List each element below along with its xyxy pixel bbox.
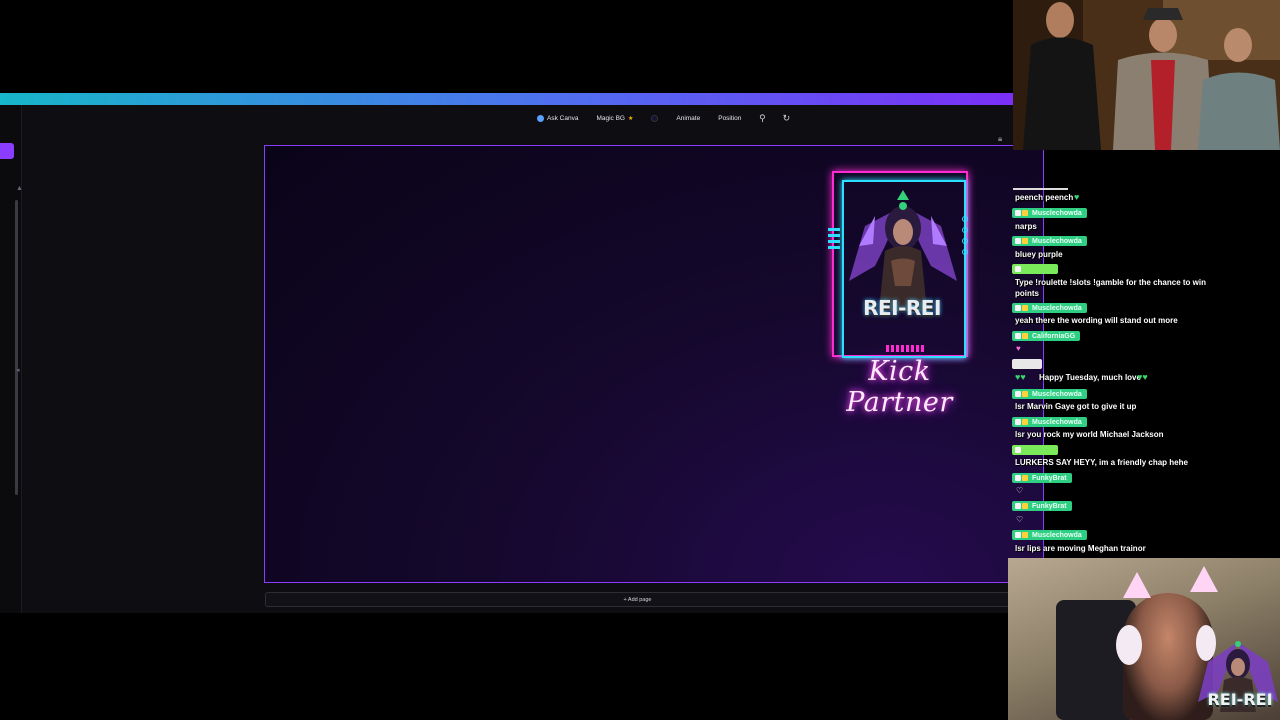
badge-icon bbox=[1015, 503, 1021, 509]
badge-icon bbox=[1015, 305, 1021, 311]
cat-ear-right bbox=[1190, 566, 1218, 592]
premium-crown-icon: ★ bbox=[627, 115, 634, 122]
animate-label: Animate bbox=[676, 114, 701, 122]
chat-message: peench peench bbox=[1015, 193, 1074, 202]
background-color-button[interactable] bbox=[647, 113, 662, 124]
badge-icon bbox=[1015, 532, 1021, 538]
channel-logo-title: REI-REI bbox=[1207, 690, 1273, 709]
video-overlay bbox=[1013, 0, 1280, 150]
ask-canva-label: Ask Canva bbox=[547, 114, 579, 122]
badge-icon bbox=[1015, 266, 1021, 272]
subscriber-icon bbox=[1022, 503, 1028, 509]
subscriber-icon bbox=[1022, 419, 1028, 425]
chat-message: lsr lips are moving Meghan trainor bbox=[1015, 544, 1146, 553]
subscriber-icon bbox=[1022, 238, 1028, 244]
badge-icon bbox=[1015, 419, 1021, 425]
chat-message: narps bbox=[1015, 222, 1037, 231]
badge-side-lines bbox=[828, 228, 840, 249]
chat-message: bluey purple bbox=[1015, 250, 1063, 259]
chevron-up-icon[interactable]: ▲ bbox=[16, 185, 23, 192]
emote-icon: ♥ bbox=[1016, 344, 1021, 353]
chevron-left-icon[interactable]: ◂ bbox=[16, 366, 20, 374]
magic-bg-button[interactable]: Magic BG ★ bbox=[592, 113, 637, 124]
position-label: Position bbox=[718, 114, 742, 122]
chat-username: Musclechowda bbox=[1012, 236, 1087, 246]
subscriber-icon bbox=[1022, 532, 1028, 538]
chat-message: LURKERS SAY HEYY, im a friendly chap heh… bbox=[1015, 458, 1188, 467]
badge-decoration-bars bbox=[886, 345, 924, 352]
paint-format-icon[interactable]: ⚲ bbox=[755, 111, 769, 125]
badge-icon bbox=[1015, 475, 1021, 481]
ask-canva-button[interactable]: Ask Canva bbox=[533, 113, 582, 124]
chat-message: lsr you rock my world Michael Jackson bbox=[1015, 430, 1164, 439]
green-heart-icon: ♥♥ bbox=[1137, 372, 1148, 382]
chat-message: lsr Marvin Gaye got to give it up bbox=[1015, 402, 1137, 411]
chat-username: FunkyBrat bbox=[1012, 473, 1072, 483]
video-scene bbox=[1013, 0, 1280, 150]
cat-ear-left bbox=[1123, 572, 1151, 598]
subscriber-icon bbox=[1022, 475, 1028, 481]
chat-message: yeah there the wording will stand out mo… bbox=[1015, 316, 1178, 325]
badge-icon bbox=[1015, 210, 1021, 216]
chat-username: FunkyBrat bbox=[1012, 501, 1072, 511]
badge-title: REI-REI bbox=[863, 296, 941, 320]
green-heart-icon: ♥♥ bbox=[1015, 372, 1026, 382]
refresh-icon[interactable]: ↻ bbox=[779, 111, 793, 125]
heart-outline-icon: ♡ bbox=[1016, 486, 1024, 495]
chat-username: CaliforniaGG bbox=[1012, 331, 1081, 341]
headphones bbox=[1116, 625, 1142, 665]
chat-username: Musclechowda bbox=[1012, 417, 1087, 427]
color-swatch-icon bbox=[651, 114, 659, 122]
chat-username bbox=[1012, 445, 1058, 455]
animate-button[interactable]: Animate bbox=[672, 113, 704, 124]
chat-username: Musclechowda bbox=[1012, 303, 1087, 313]
badge-side-dots bbox=[962, 216, 968, 255]
subscriber-icon bbox=[1022, 391, 1028, 397]
canvas-toolbar: Ask Canva Magic BG ★ Animate Position ⚲ … bbox=[533, 110, 793, 126]
subscriber-icon bbox=[1022, 305, 1028, 311]
chat-username bbox=[1012, 359, 1042, 369]
badge-icon bbox=[1015, 333, 1021, 339]
subscriber-icon bbox=[1022, 210, 1028, 216]
subscriber-icon bbox=[1022, 333, 1028, 339]
magic-bg-label: Magic BG bbox=[596, 114, 625, 122]
canva-ai-icon bbox=[537, 114, 544, 122]
kick-partner-text: Kick Partner bbox=[846, 356, 953, 418]
sidebar-scrollbar[interactable] bbox=[15, 200, 18, 495]
position-button[interactable]: Position bbox=[714, 113, 745, 124]
chat-username: Musclechowda bbox=[1012, 208, 1087, 218]
chat-username: Musclechowda bbox=[1012, 389, 1087, 399]
chat-divider bbox=[1013, 188, 1068, 190]
heart-outline-icon: ♡ bbox=[1016, 515, 1024, 524]
badge-icon bbox=[1015, 238, 1021, 244]
chat-message: Happy Tuesday, much love bbox=[1039, 373, 1141, 382]
green-heart-icon: ♥ bbox=[1074, 192, 1080, 202]
badge-icon bbox=[1015, 391, 1021, 397]
editor-header-bar bbox=[0, 93, 1013, 105]
lock-icon[interactable]: 🔒︎ bbox=[998, 134, 1002, 144]
chat-username: Musclechowda bbox=[1012, 530, 1087, 540]
sidebar-active-indicator[interactable] bbox=[0, 143, 14, 159]
badge-icon bbox=[1015, 447, 1021, 453]
chat-message: Type !roulette !slots !gamble for the ch… bbox=[1015, 278, 1206, 298]
left-sidebar-rail bbox=[0, 105, 22, 613]
chat-username bbox=[1012, 264, 1058, 274]
add-page-button[interactable]: + Add page bbox=[265, 592, 1010, 607]
